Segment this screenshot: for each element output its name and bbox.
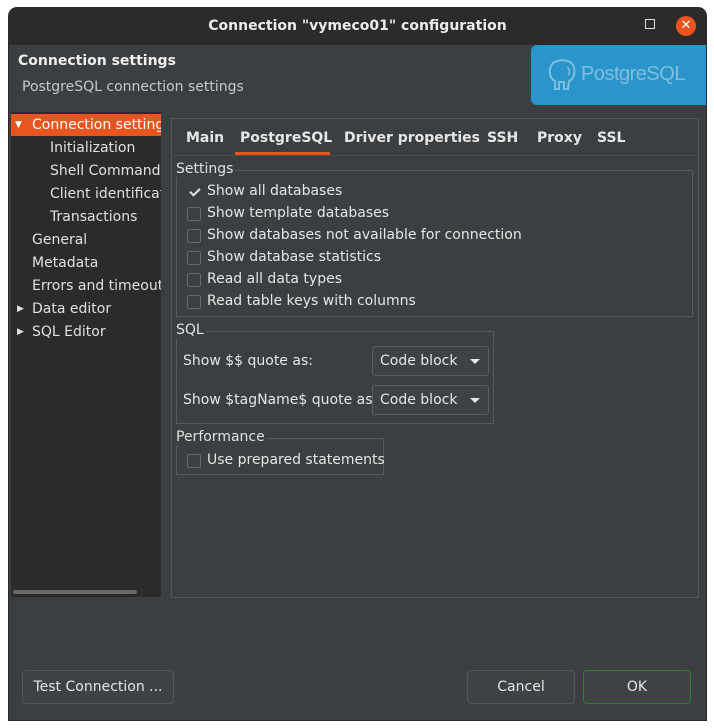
read-all-data-types-label[interactable]: Read all data types	[207, 271, 342, 287]
show-all-databases-checkbox[interactable]	[187, 185, 201, 199]
tab-divider	[172, 155, 698, 156]
connection-config-dialog: Connection "vymeco01" configuration ✕ Co…	[9, 8, 706, 720]
use-prepared-statements-label[interactable]: Use prepared statements	[207, 452, 385, 468]
minimize-icon[interactable]	[645, 19, 655, 29]
tree-item-errors-timeouts[interactable]: Errors and timeouts	[11, 275, 161, 297]
page-title: Connection settings	[18, 53, 176, 69]
show-template-databases-checkbox[interactable]	[187, 207, 201, 221]
performance-group-label: Performance	[176, 429, 267, 445]
tree-item-data-editor[interactable]: ▶ Data editor	[11, 298, 161, 320]
dollar-quote-select[interactable]: Code block	[372, 346, 489, 376]
title-bar[interactable]: Connection "vymeco01" configuration ✕	[9, 8, 706, 45]
horizontal-scrollbar[interactable]	[13, 590, 137, 594]
tree-item-shell-commands[interactable]: Shell Commands	[11, 160, 161, 182]
cancel-button[interactable]: Cancel	[467, 670, 575, 704]
collapsed-arrow-icon[interactable]: ▶	[17, 298, 24, 320]
show-unavailable-databases-checkbox[interactable]	[187, 229, 201, 243]
tagname-quote-label: Show $tagName$ quote as:	[183, 392, 378, 408]
expanded-arrow-icon[interactable]: ▼	[15, 114, 22, 136]
tree-item-label: Metadata	[32, 255, 99, 271]
show-database-statistics-checkbox[interactable]	[187, 251, 201, 265]
page-subtitle: PostgreSQL connection settings	[22, 79, 244, 95]
tagname-quote-select[interactable]: Code block	[372, 385, 489, 415]
tree-item-general[interactable]: General	[11, 229, 161, 251]
tree-item-initialization[interactable]: Initialization	[11, 137, 161, 159]
read-table-keys-label[interactable]: Read table keys with columns	[207, 293, 416, 309]
read-table-keys-checkbox[interactable]	[187, 295, 201, 309]
tab-proxy[interactable]: Proxy	[537, 130, 582, 146]
tree-item-label: Errors and timeouts	[32, 278, 161, 294]
tab-bar: Main PostgreSQL Driver properties SSH Pr…	[172, 119, 698, 155]
elephant-icon	[547, 59, 577, 95]
window-title: Connection "vymeco01" configuration	[208, 18, 507, 34]
tab-postgresql[interactable]: PostgreSQL	[240, 130, 332, 146]
sql-group-label: SQL	[176, 322, 206, 338]
tab-driver-properties[interactable]: Driver properties	[344, 130, 480, 146]
tree-item-label: Transactions	[50, 209, 138, 225]
tab-ssl[interactable]: SSL	[597, 130, 625, 146]
dollar-quote-label: Show $$ quote as:	[183, 353, 313, 369]
tagname-quote-value: Code block	[380, 392, 458, 408]
tree-item-transactions[interactable]: Transactions	[11, 206, 161, 228]
settings-group-label: Settings	[176, 161, 236, 177]
collapsed-arrow-icon[interactable]: ▶	[17, 321, 24, 343]
tab-main[interactable]: Main	[186, 130, 224, 146]
postgresql-logo-text: PostgreSQL	[581, 63, 685, 85]
tab-ssh[interactable]: SSH	[487, 130, 518, 146]
tree-item-label: Client identificat	[50, 186, 161, 202]
tree-item-label: Shell Commands	[50, 163, 161, 179]
postgresql-banner: PostgreSQL	[531, 45, 706, 105]
show-template-databases-label[interactable]: Show template databases	[207, 205, 389, 221]
show-unavailable-databases-label[interactable]: Show databases not available for connect…	[207, 227, 522, 243]
tree-item-label: SQL Editor	[32, 324, 106, 340]
chevron-down-icon	[470, 398, 480, 403]
chevron-down-icon	[470, 359, 480, 364]
settings-tree: ▼ Connection settings Initialization She…	[11, 112, 161, 597]
use-prepared-statements-checkbox[interactable]	[187, 454, 201, 468]
tree-item-metadata[interactable]: Metadata	[11, 252, 161, 274]
show-all-databases-label[interactable]: Show all databases	[207, 183, 342, 199]
dollar-quote-value: Code block	[380, 353, 458, 369]
tree-item-sql-editor[interactable]: ▶ SQL Editor	[11, 321, 161, 343]
tree-item-label: General	[32, 232, 88, 248]
show-database-statistics-label[interactable]: Show database statistics	[207, 249, 381, 265]
close-icon[interactable]: ✕	[676, 16, 696, 36]
tree-item-connection-settings[interactable]: ▼ Connection settings	[11, 114, 161, 136]
tree-item-client-identification[interactable]: Client identificat	[11, 183, 161, 205]
ok-button[interactable]: OK	[583, 670, 691, 704]
read-all-data-types-checkbox[interactable]	[187, 273, 201, 287]
tree-item-label: Initialization	[50, 140, 136, 156]
settings-content: Main PostgreSQL Driver properties SSH Pr…	[171, 118, 699, 598]
tree-item-label: Connection settings	[32, 117, 161, 133]
test-connection-button[interactable]: Test Connection ...	[22, 670, 174, 704]
dialog-header: Connection settings PostgreSQL connectio…	[9, 45, 706, 108]
tree-item-label: Data editor	[32, 301, 112, 317]
